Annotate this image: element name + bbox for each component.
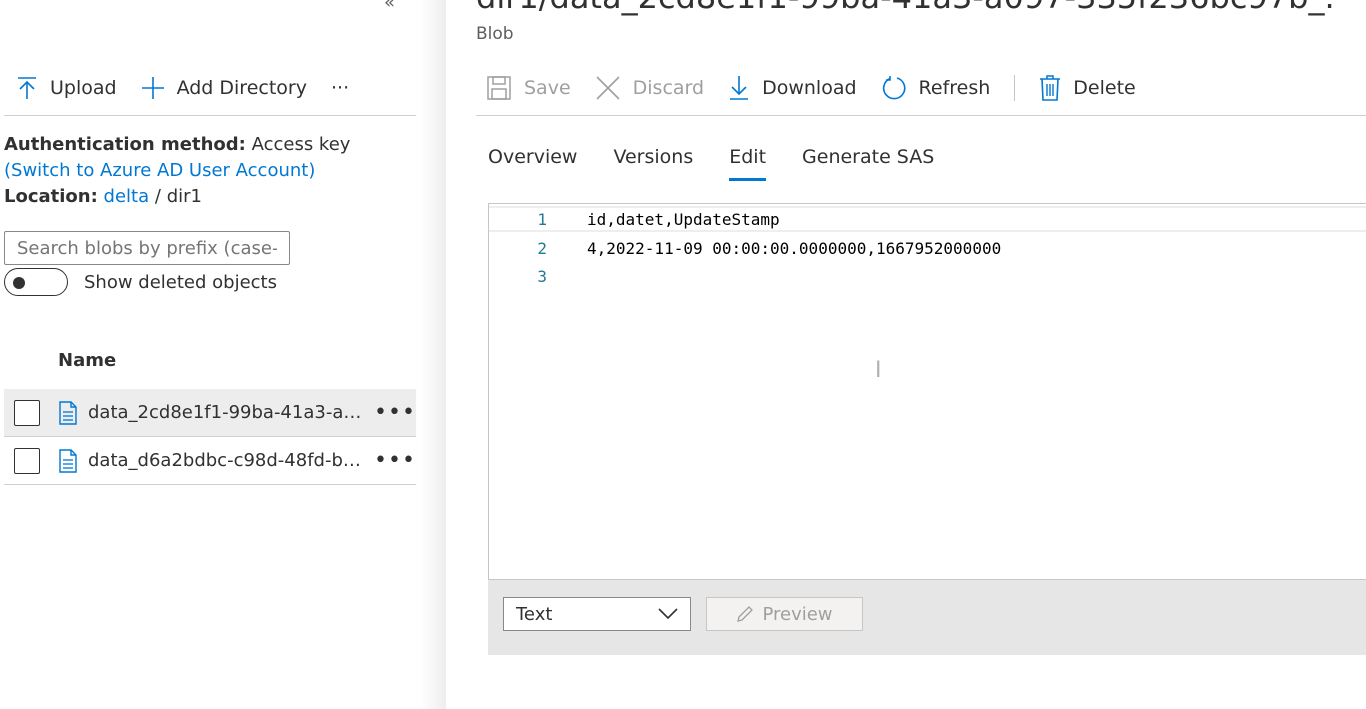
delete-button[interactable]: Delete: [1039, 75, 1136, 101]
download-button[interactable]: Download: [728, 75, 857, 101]
location-container-link[interactable]: delta: [104, 186, 150, 207]
code-editor[interactable]: 1 id,datet,UpdateStamp 2 4,2022-11-09 00…: [488, 203, 1366, 580]
row-more-button[interactable]: •••: [374, 448, 416, 473]
more-actions-label: ···: [330, 77, 350, 99]
format-select-value: Text: [516, 603, 553, 625]
editor-line[interactable]: 2 4,2022-11-09 00:00:00.0000000,16679520…: [489, 235, 1366, 261]
file-icon: [58, 448, 78, 473]
save-label: Save: [524, 77, 571, 99]
command-bar: Save Discard Download Refresh Delete: [486, 72, 1160, 104]
text-cursor-icon: I: [875, 358, 882, 383]
auth-method-value: Access key: [251, 134, 351, 155]
list-item[interactable]: data_2cd8e1f1-99ba-41a3-a09... •••: [4, 389, 416, 437]
divider: [476, 115, 1366, 116]
close-icon: [595, 75, 621, 101]
blob-title: dir1/data_2cd8e1f1-99ba-41a3-a097-335f23…: [476, 0, 1336, 16]
more-actions-button[interactable]: ···: [331, 77, 349, 99]
line-number: 2: [537, 238, 547, 258]
tab-overview[interactable]: Overview: [488, 146, 577, 181]
plus-icon: [141, 76, 165, 100]
line-number: 3: [537, 266, 547, 286]
search-blobs-input[interactable]: [4, 231, 290, 265]
show-deleted-toggle[interactable]: [4, 268, 68, 296]
auth-info: Authentication method: Access key (Switc…: [4, 132, 416, 210]
row-more-button[interactable]: •••: [374, 400, 416, 425]
save-icon: [486, 75, 512, 101]
explorer-toolbar: Upload Add Directory ···: [16, 72, 373, 104]
editor-line[interactable]: 1 id,datet,UpdateStamp: [489, 206, 1366, 232]
file-name[interactable]: data_2cd8e1f1-99ba-41a3-a09...: [88, 402, 370, 423]
refresh-label: Refresh: [918, 77, 991, 99]
chevron-down-icon: [658, 604, 678, 625]
pencil-icon: [736, 605, 754, 623]
name-column-header[interactable]: Name: [58, 350, 116, 371]
auth-method-label: Authentication method:: [4, 134, 246, 155]
toggle-knob: [13, 277, 25, 289]
add-directory-button[interactable]: Add Directory: [141, 76, 307, 100]
blob-tabs: Overview Versions Edit Generate SAS: [488, 146, 970, 181]
blob-subtitle: Blob: [476, 24, 514, 44]
location-folder: dir1: [166, 186, 202, 207]
discard-button[interactable]: Discard: [595, 75, 704, 101]
format-select[interactable]: Text: [503, 597, 691, 631]
trash-icon: [1039, 75, 1061, 101]
show-deleted-row: Show deleted objects: [4, 268, 277, 296]
refresh-button[interactable]: Refresh: [881, 75, 991, 101]
editor-footer: Text Preview: [488, 580, 1366, 655]
discard-label: Discard: [632, 77, 705, 99]
preview-label: Preview: [762, 603, 833, 625]
row-checkbox[interactable]: [14, 399, 40, 426]
switch-auth-link[interactable]: (Switch to Azure AD User Account): [4, 160, 315, 181]
file-icon: [58, 400, 78, 425]
upload-button[interactable]: Upload: [16, 76, 117, 100]
refresh-icon: [881, 75, 907, 101]
tab-edit[interactable]: Edit: [729, 146, 767, 181]
download-label: Download: [762, 77, 857, 99]
editor-line[interactable]: 3: [489, 263, 1366, 289]
download-icon: [728, 75, 750, 101]
upload-icon: [16, 76, 38, 100]
panel-shadow: [420, 0, 446, 709]
save-button[interactable]: Save: [486, 75, 571, 101]
tab-versions[interactable]: Versions: [613, 146, 693, 181]
line-text[interactable]: 4,2022-11-09 00:00:00.0000000,1667952000…: [587, 239, 1001, 258]
location-separator: /: [154, 186, 161, 207]
file-name[interactable]: data_d6a2bdbc-c98d-48fd-b7...: [88, 450, 370, 471]
collapse-icon[interactable]: «: [384, 0, 395, 13]
line-number: 1: [537, 209, 547, 229]
explorer-pane: « Upload Add Directory ··· Authenticatio…: [0, 0, 420, 709]
row-checkbox[interactable]: [14, 447, 40, 474]
delete-label: Delete: [1073, 77, 1136, 99]
blob-pane: dir1/data_2cd8e1f1-99ba-41a3-a097-335f23…: [446, 0, 1366, 709]
list-item[interactable]: data_d6a2bdbc-c98d-48fd-b7... •••: [4, 437, 416, 485]
command-separator: [1014, 75, 1016, 101]
location-label: Location:: [4, 186, 98, 207]
add-directory-label: Add Directory: [176, 77, 307, 99]
tab-generate-sas[interactable]: Generate SAS: [802, 146, 934, 181]
divider: [4, 115, 416, 116]
preview-button[interactable]: Preview: [706, 597, 863, 631]
line-text[interactable]: id,datet,UpdateStamp: [587, 210, 780, 229]
upload-label: Upload: [50, 77, 117, 99]
show-deleted-label: Show deleted objects: [84, 271, 277, 293]
